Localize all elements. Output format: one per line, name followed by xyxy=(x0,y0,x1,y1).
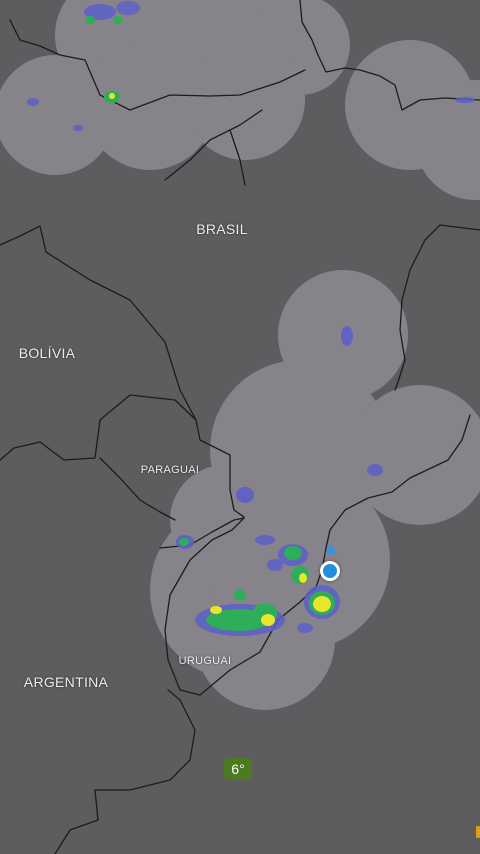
label-paraguai: PARAGUAI xyxy=(140,464,200,476)
label-uruguai: URUGUAI xyxy=(178,655,232,667)
weather-radar-map[interactable]: BRASIL BOLÍVIA PARAGUAI URUGUAI ARGENTIN… xyxy=(0,0,480,854)
heading-arrow-icon xyxy=(325,544,337,554)
label-argentina: ARGENTINA xyxy=(23,674,109,690)
label-bolivia: BOLÍVIA xyxy=(18,345,76,361)
location-dot-icon[interactable] xyxy=(320,561,340,581)
temperature-badge[interactable]: 6° xyxy=(224,758,252,780)
edge-marker xyxy=(476,826,480,838)
map-canvas xyxy=(0,0,480,854)
label-brasil: BRASIL xyxy=(196,221,248,237)
